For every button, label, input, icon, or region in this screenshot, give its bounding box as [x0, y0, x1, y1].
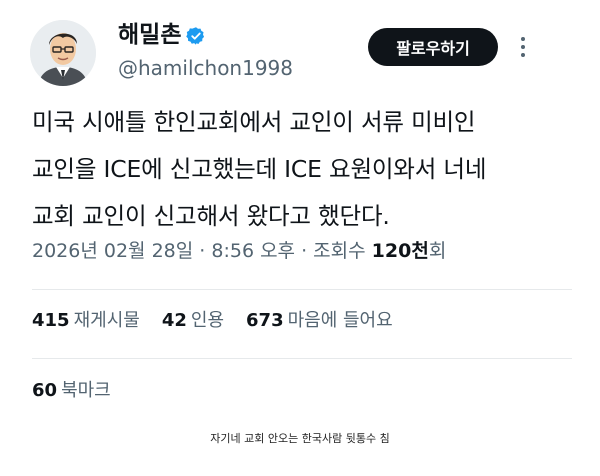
quotes-label: 인용 — [190, 310, 225, 331]
quotes-stat[interactable]: 42 인용 — [162, 307, 224, 335]
display-name[interactable]: 해밀촌 — [118, 20, 181, 50]
engagement-stats: 415 재게시물 42 인용 673 마음에 들어요 — [32, 307, 415, 335]
more-dot — [521, 45, 525, 49]
tweet-date[interactable]: 2026년 02월 28일 — [32, 240, 193, 262]
bookmarks-count: 60 — [32, 380, 58, 401]
likes-stat[interactable]: 673 마음에 들어요 — [246, 307, 393, 335]
reposts-label: 재게시물 — [73, 310, 140, 331]
reposts-stat[interactable]: 415 재게시물 — [32, 307, 140, 335]
meta-separator: · — [193, 240, 212, 262]
tweet-text-line: 교회 교인이 신고해서 왔다고 했단다. — [32, 202, 390, 230]
avatar[interactable] — [30, 20, 96, 86]
tweet-text-line: 미국 시애틀 한인교회에서 교인이 서류 미비인 — [32, 108, 476, 136]
views-count: 120천 — [371, 240, 429, 262]
tweet-text: 미국 시애틀 한인교회에서 교인이 서류 미비인 교인을 ICE에 신고했는데 … — [32, 99, 572, 240]
bookmarks-stat[interactable]: 60 북마크 — [32, 377, 111, 405]
tweet-text-line: 교인을 ICE에 신고했는데 ICE 요원이와서 너네 — [32, 155, 487, 183]
bookmarks-label: 북마크 — [61, 380, 111, 401]
divider — [32, 289, 572, 290]
more-options-icon[interactable] — [516, 36, 530, 58]
tweet-meta: 2026년 02월 28일 · 8:56 오후 · 조회수 120천회 — [32, 237, 446, 265]
verified-badge-icon — [186, 27, 205, 45]
likes-count: 673 — [246, 310, 284, 331]
quotes-count: 42 — [161, 310, 187, 331]
reposts-count: 415 — [32, 310, 70, 331]
image-caption: 자기네 교회 안오는 한국사람 뒷통수 침 — [210, 432, 390, 445]
likes-label: 마음에 들어요 — [287, 310, 393, 331]
more-dot — [521, 53, 525, 57]
avatar-illustration — [30, 20, 96, 86]
user-handle[interactable]: @hamilchon1998 — [118, 55, 293, 81]
tweet-time[interactable]: 8:56 오후 — [211, 240, 295, 262]
views-label: 조회수 — [313, 240, 366, 262]
divider — [32, 358, 572, 359]
views-suffix: 회 — [428, 240, 447, 262]
follow-button[interactable]: 팔로우하기 — [368, 28, 498, 66]
more-dot — [521, 37, 525, 41]
tweet-card: 해밀촌 @hamilchon1998 팔로우하기 미국 시애틀 한인교회에서 교… — [0, 0, 600, 422]
meta-separator: · — [295, 240, 314, 262]
